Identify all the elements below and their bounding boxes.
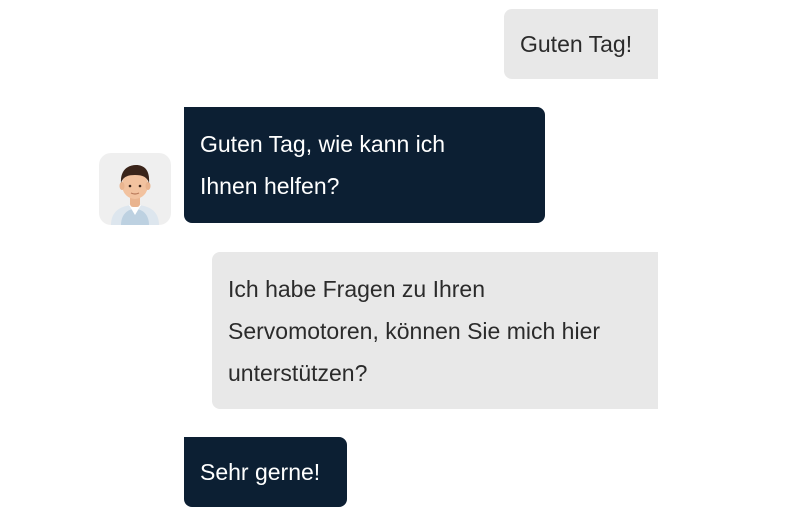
- bot-avatar: [99, 153, 171, 225]
- user-message-bubble: Ich habe Fragen zu Ihren Servomotoren, k…: [212, 252, 658, 409]
- support-agent-avatar-icon: [111, 165, 159, 225]
- bot-message-bubble: Guten Tag, wie kann ich Ihnen helfen?: [184, 107, 545, 223]
- bot-message-bubble: Sehr gerne!: [184, 437, 347, 507]
- user-message-bubble: Guten Tag!: [504, 9, 658, 79]
